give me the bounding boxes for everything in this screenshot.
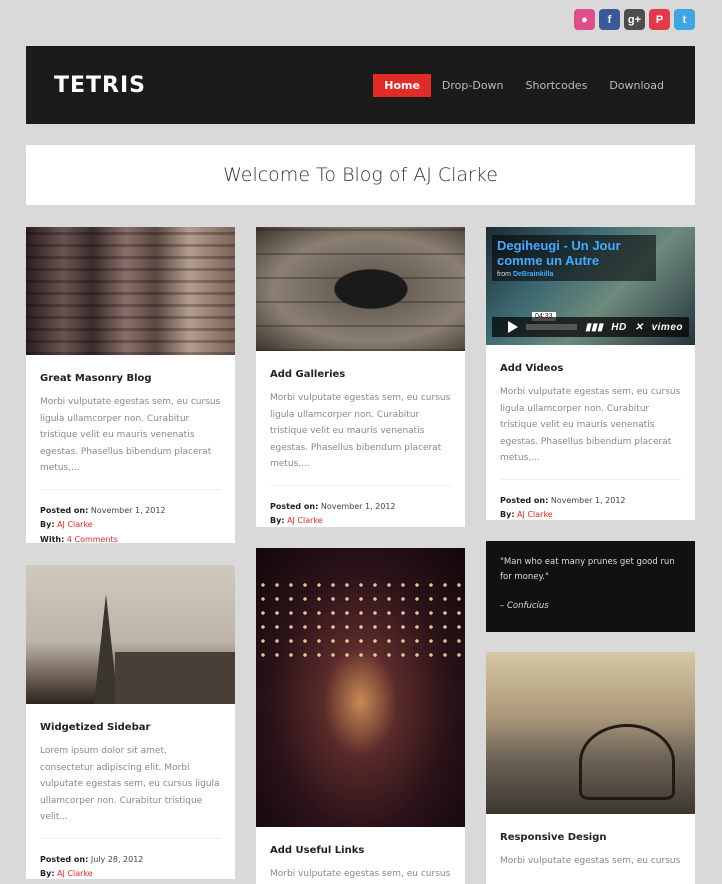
video-from-label: from [497,271,511,278]
divider [270,484,451,486]
post-image[interactable] [256,227,465,351]
video-progress[interactable] [526,324,578,330]
divider [40,837,221,839]
post-image[interactable] [256,548,465,827]
post-title[interactable]: Responsive Design [500,832,681,843]
post-meta: Posted on: November 1, 2012 By: AJ Clark… [40,504,221,544]
building-shape [115,652,235,704]
post-card-sidebar: Widgetized Sidebar Lorem ipsum dolor sit… [26,565,235,879]
post-date: November 1, 2012 [320,501,396,511]
video-title-overlay: Degiheugi - Un Jour comme un Autre from … [492,235,656,281]
hd-toggle[interactable]: HD [611,322,626,333]
post-date: July 28, 2012 [90,854,144,864]
by-label: By: [270,516,285,525]
facebook-icon[interactable]: f [599,9,620,30]
nav-shortcodes[interactable]: Shortcodes [515,74,599,97]
play-icon[interactable] [508,321,518,333]
author-link[interactable]: AJ Clarke [287,516,323,525]
author-link[interactable]: AJ Clarke [57,869,93,878]
post-title[interactable]: Add Galleries [270,369,451,380]
by-label: By: [500,510,515,519]
post-image[interactable] [26,227,235,355]
post-image[interactable] [26,565,235,704]
post-excerpt: Morbi vulputate egestas sem, eu cursus [270,869,451,879]
site-logo[interactable]: TETRIS [54,73,146,98]
nav-download[interactable]: Download [598,74,675,97]
divider [40,488,221,490]
post-card-masonry: Great Masonry Blog Morbi vulputate egest… [26,227,235,543]
fullscreen-icon[interactable]: ✕ [635,322,644,333]
by-label: By: [40,520,55,529]
post-excerpt: Morbi vulputate egestas sem, eu cursus l… [500,387,681,463]
author-link[interactable]: AJ Clarke [517,510,553,519]
site-header: TETRIS Home Drop-Down Shortcodes Downloa… [26,46,695,124]
post-title[interactable]: Add Videos [500,363,681,374]
post-date: November 1, 2012 [550,495,626,505]
posted-label: Posted on: [270,501,319,511]
welcome-banner: Welcome To Blog of AJ Clarke [26,145,695,205]
post-title[interactable]: Widgetized Sidebar [40,722,221,733]
post-card-videos: Degiheugi - Un Jour comme un Autre from … [486,227,695,520]
post-card-links: Add Useful Links Morbi vulputate egestas… [256,548,465,884]
post-excerpt: Morbi vulputate egestas sem, eu cursus l… [40,397,221,473]
post-title[interactable]: Add Useful Links [270,845,451,856]
volume-icon[interactable]: ▮▮▮ [585,322,603,333]
post-excerpt: Lorem ipsum dolor sit amet, consectetur … [40,746,220,822]
posted-label: Posted on: [40,854,89,864]
post-title[interactable]: Great Masonry Blog [40,373,221,384]
post-meta: Posted on: November 1, 2012 By: AJ Clark… [270,500,451,528]
google-plus-icon[interactable]: g+ [624,9,645,30]
quote-card: "Man who eat many prunes get good run fo… [486,541,695,632]
nav-drop-down[interactable]: Drop-Down [431,74,515,97]
posted-label: Posted on: [500,495,549,505]
social-icons: ● f g+ P t [574,9,695,30]
post-meta: Posted on: July 28, 2012 By: AJ Clarke [40,853,221,880]
dribbble-icon[interactable]: ● [574,9,595,30]
video-title[interactable]: Degiheugi - Un Jour comme un Autre [497,238,651,268]
vimeo-logo[interactable]: vimeo [652,322,683,333]
post-excerpt: Morbi vulputate egestas sem, eu cursus [500,856,681,866]
video-player[interactable]: Degiheugi - Un Jour comme un Autre from … [486,227,695,345]
post-card-galleries: Add Galleries Morbi vulputate egestas se… [256,227,465,527]
post-date: November 1, 2012 [90,505,166,515]
video-controls: ▮▮▮ HD ✕ vimeo [492,317,689,337]
post-excerpt: Morbi vulputate egestas sem, eu cursus l… [270,393,451,469]
divider [500,478,681,480]
twitter-icon[interactable]: t [674,9,695,30]
post-card-responsive: Responsive Design Morbi vulputate egesta… [486,652,695,884]
post-image[interactable] [486,652,695,814]
by-label: By: [40,869,55,878]
video-author[interactable]: DeBrainkilla [513,271,553,278]
quote-author: – Confucius [500,601,549,611]
quote-text: "Man who eat many prunes get good run fo… [500,557,675,582]
nav-home[interactable]: Home [373,74,431,97]
pinterest-icon[interactable]: P [649,9,670,30]
author-link[interactable]: AJ Clarke [57,520,93,529]
post-meta: Posted on: November 1, 2012 By: AJ Clark… [500,494,681,521]
with-label: With: [40,534,65,544]
comments-link[interactable]: 4 Comments [67,535,118,544]
main-nav: Home Drop-Down Shortcodes Download [373,74,675,97]
posted-label: Posted on: [40,505,89,515]
